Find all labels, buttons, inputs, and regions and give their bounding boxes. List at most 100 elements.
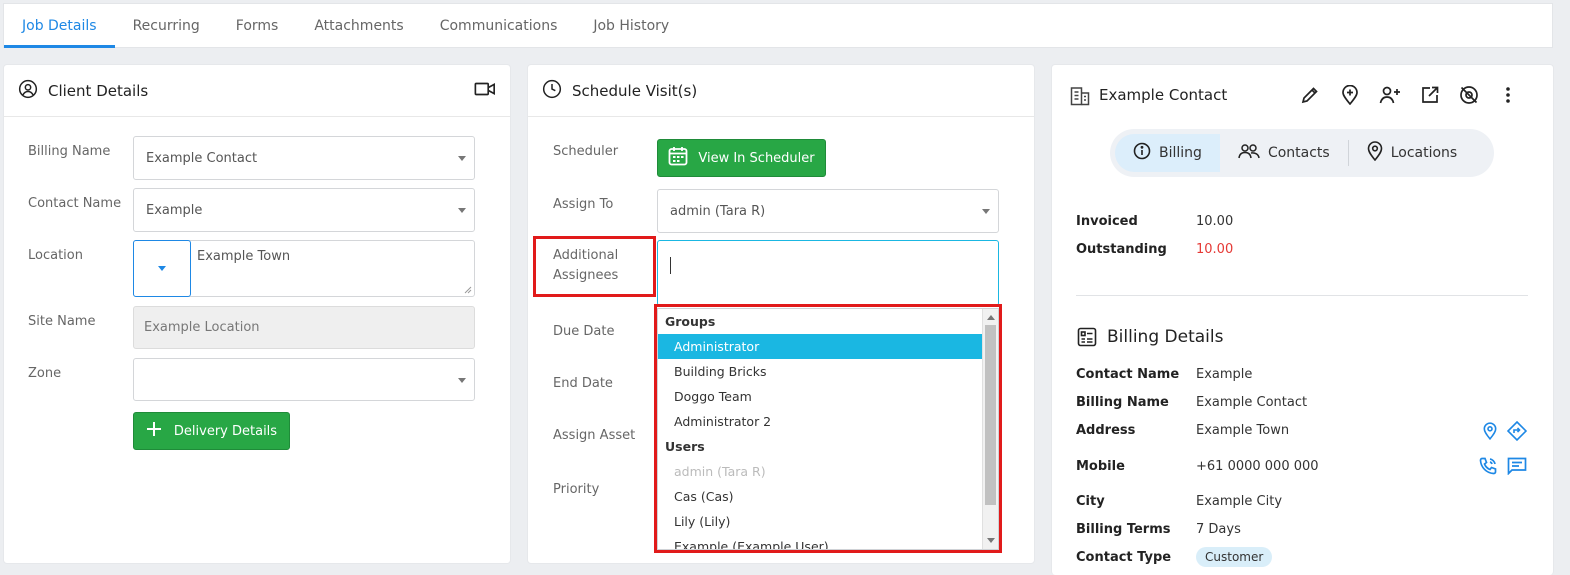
scroll-down-icon[interactable] [987, 538, 995, 543]
more-vertical-icon[interactable] [1500, 83, 1516, 107]
chevron-down-icon [458, 208, 466, 213]
tab-job-history[interactable]: Job History [575, 4, 687, 48]
divider [1076, 295, 1528, 296]
phone-icon[interactable] [1478, 456, 1498, 476]
dropdown-scrollbar[interactable] [982, 309, 998, 549]
site-name-value: Example Location [144, 320, 260, 335]
billing-details-icon [1077, 327, 1097, 351]
tab-contacts[interactable]: Contacts [1220, 134, 1348, 172]
contact-segmented-control: Billing Contacts Locations [1110, 129, 1494, 177]
site-name-field: Example Location [133, 306, 475, 349]
video-camera-icon[interactable] [474, 81, 496, 101]
assign-to-value: admin (Tara R) [670, 203, 766, 219]
billing-details-title: Billing Details [1107, 327, 1224, 347]
contact-type-badge: Customer [1196, 547, 1273, 567]
chevron-down-icon [982, 209, 990, 214]
site-name-label: Site Name [28, 314, 96, 329]
assign-to-select[interactable]: admin (Tara R) [657, 189, 999, 233]
dropdown-option[interactable]: Example (Example User) [658, 534, 998, 549]
pencil-icon[interactable] [1298, 83, 1322, 107]
directions-icon[interactable] [1506, 420, 1528, 442]
scroll-up-icon[interactable] [987, 315, 995, 320]
contact-type-label: Contact Type [1076, 550, 1172, 565]
scrollbar-thumb[interactable] [985, 325, 996, 505]
assign-to-label: Assign To [553, 197, 614, 212]
calendar-icon [668, 146, 688, 170]
tab-locations[interactable]: Locations [1349, 134, 1476, 172]
dropdown-option[interactable]: Doggo Team [658, 384, 998, 409]
location-dropdown-button[interactable] [133, 240, 191, 297]
mobile-value: +61 0000 000 000 [1196, 459, 1319, 474]
clock-icon [542, 79, 562, 103]
tab-locations-label: Locations [1390, 145, 1458, 161]
resize-handle-icon[interactable] [464, 286, 472, 294]
dropdown-group-header: Groups [665, 314, 716, 329]
text-cursor [670, 257, 671, 274]
city-label: City [1076, 494, 1105, 509]
dropdown-option[interactable]: Lily (Lily) [658, 509, 998, 534]
tab-billing-label: Billing [1159, 145, 1202, 161]
contact-panel: Example Contact Billing Contacts Locatio… [1051, 64, 1554, 575]
view-in-scheduler-label: View In Scheduler [698, 150, 815, 166]
assignees-dropdown-list[interactable]: Groups Administrator Building Bricks Dog… [657, 308, 999, 550]
city-value: Example City [1196, 494, 1283, 509]
tab-forms[interactable]: Forms [218, 4, 297, 48]
invoiced-label: Invoiced [1076, 214, 1138, 229]
plus-icon [146, 421, 162, 441]
dropdown-option[interactable]: Building Bricks [658, 359, 998, 384]
additional-assignees-label-line1: Additional [553, 248, 619, 263]
additional-assignees-input[interactable] [657, 240, 999, 306]
info-icon [1133, 142, 1151, 164]
location-label: Location [28, 248, 83, 263]
address-value: Example Town [1196, 423, 1290, 438]
scheduler-label: Scheduler [553, 144, 619, 159]
location-value: Example Town [197, 249, 291, 264]
schedule-visits-title: Schedule Visit(s) [572, 81, 698, 100]
location-off-icon[interactable] [1457, 83, 1481, 107]
add-user-icon[interactable] [1377, 83, 1403, 107]
billing-name-label: Billing Name [28, 144, 111, 159]
tab-recurring[interactable]: Recurring [115, 4, 218, 48]
zone-label: Zone [28, 366, 62, 381]
tab-communications[interactable]: Communications [422, 4, 576, 48]
dropdown-option[interactable]: Administrator 2 [658, 409, 998, 434]
client-details-header: Client Details [4, 65, 510, 117]
tab-attachments[interactable]: Attachments [296, 4, 421, 48]
dropdown-option[interactable]: Administrator [658, 334, 983, 359]
tab-contacts-label: Contacts [1267, 145, 1330, 161]
view-in-scheduler-button[interactable]: View In Scheduler [657, 139, 826, 177]
message-icon[interactable] [1506, 456, 1528, 476]
tab-bar: Job Details Recurring Forms Attachments … [3, 3, 1553, 48]
address-label: Address [1076, 423, 1136, 438]
contact-name-label: Contact Name [1076, 367, 1180, 382]
dropdown-option: admin (Tara R) [674, 464, 766, 479]
open-external-icon[interactable] [1418, 83, 1442, 107]
zone-select[interactable] [133, 358, 475, 401]
billing-name-value: Example Contact [1196, 395, 1308, 410]
add-location-icon[interactable] [1338, 83, 1362, 107]
schedule-visits-header: Schedule Visit(s) [528, 65, 1034, 117]
dropdown-option[interactable]: Cas (Cas) [658, 484, 998, 509]
building-icon [1070, 86, 1090, 110]
tab-job-details[interactable]: Job Details [4, 4, 115, 48]
map-pin-icon [1367, 141, 1383, 165]
billing-terms-value: 7 Days [1196, 522, 1241, 537]
contact-name-value: Example [1196, 367, 1253, 382]
delivery-details-label: Delivery Details [173, 423, 278, 439]
additional-assignees-label-line2: Assignees [553, 268, 619, 283]
delivery-details-button[interactable]: Delivery Details [133, 412, 290, 450]
billing-name-select[interactable]: Example Contact [133, 136, 475, 180]
assign-asset-label: Assign Asset [553, 428, 636, 443]
map-pin-icon[interactable] [1480, 421, 1500, 441]
end-date-label: End Date [553, 376, 613, 391]
billing-name-label: Billing Name [1076, 395, 1169, 410]
dropdown-group-header: Users [665, 439, 705, 454]
chevron-down-icon [458, 156, 466, 161]
people-icon [1238, 143, 1260, 163]
client-details-title: Client Details [48, 81, 149, 100]
outstanding-label: Outstanding [1076, 242, 1167, 257]
chevron-down-icon [458, 377, 466, 383]
contact-name-select[interactable]: Example [133, 188, 475, 232]
billing-name-value: Example Contact [146, 150, 258, 166]
tab-billing[interactable]: Billing [1115, 134, 1220, 172]
